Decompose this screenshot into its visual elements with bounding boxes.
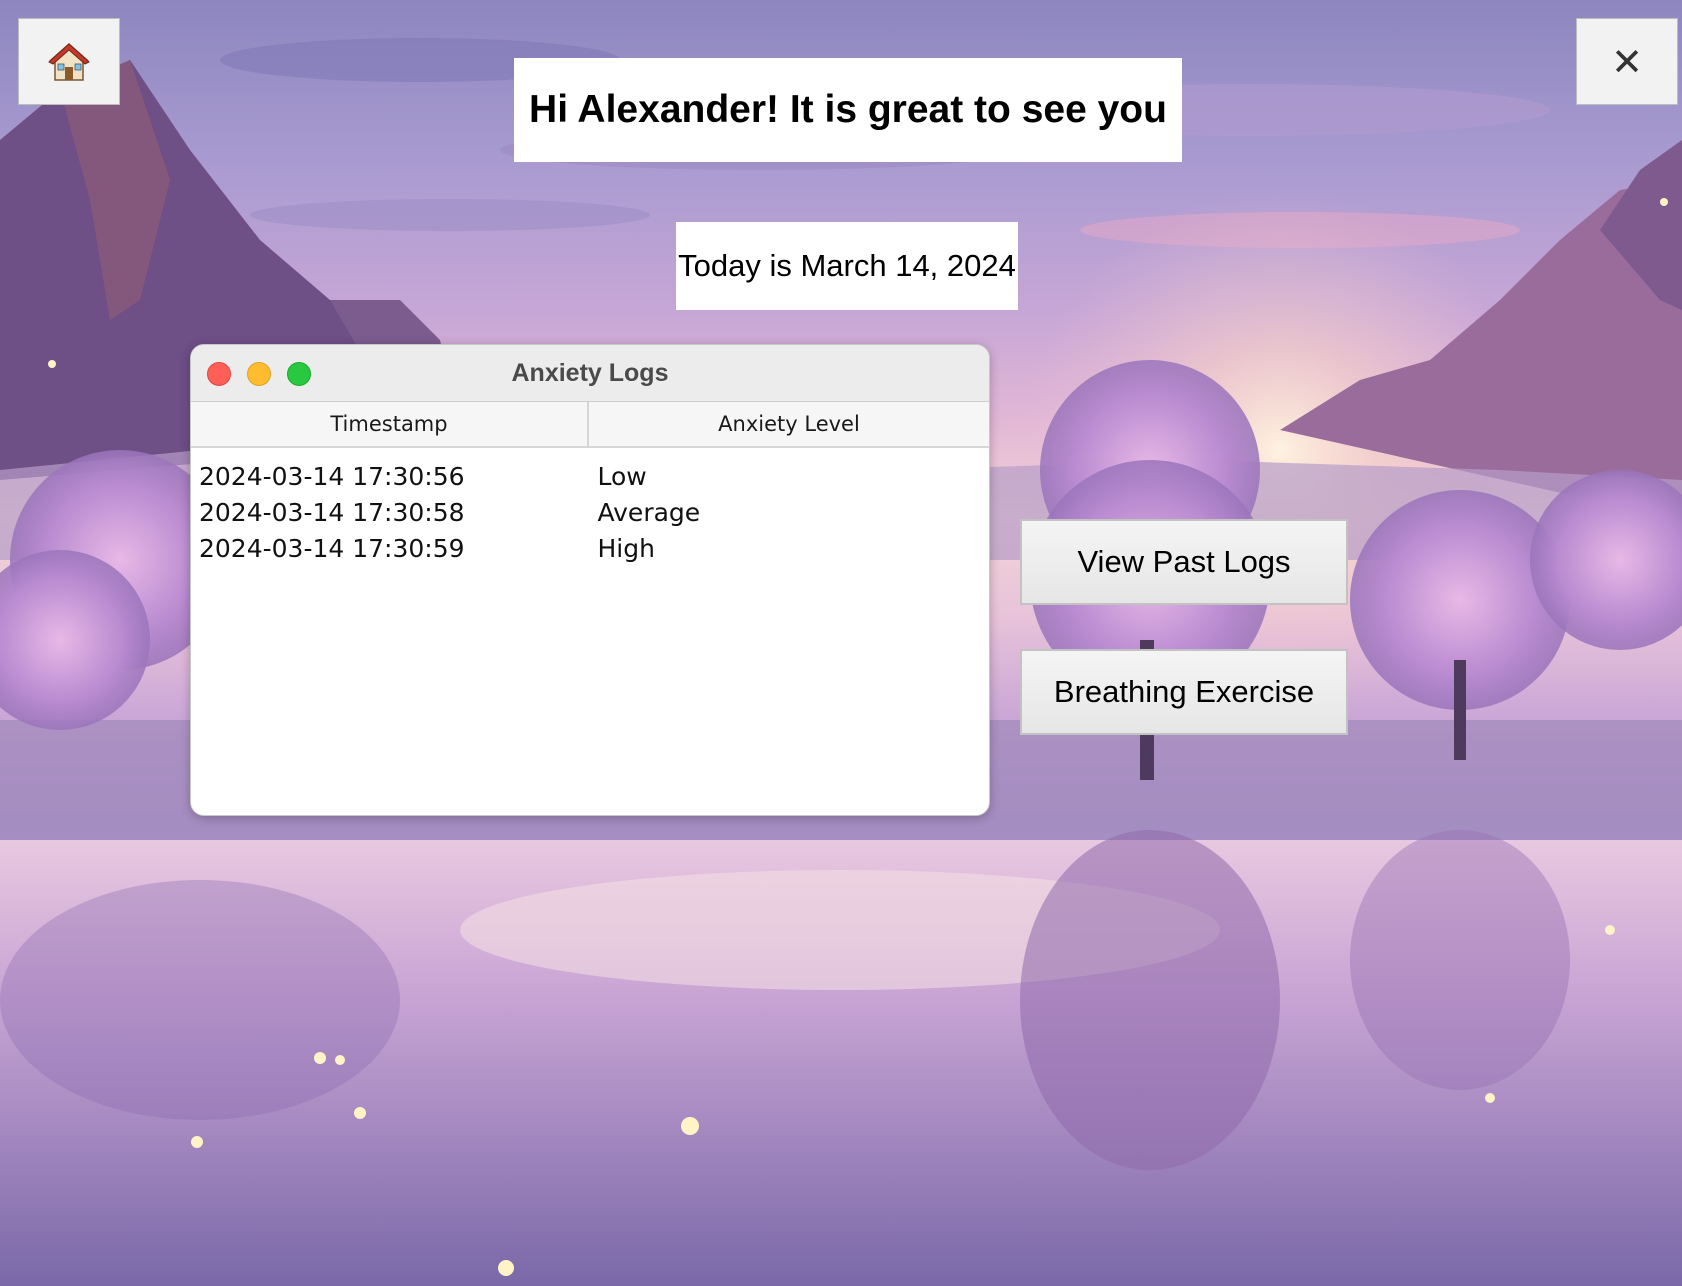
timestamp-cell: 2024-03-14 17:30:58 <box>199 497 465 527</box>
view-past-logs-button[interactable]: View Past Logs <box>1020 519 1348 605</box>
table-header: Timestamp Anxiety Level <box>191 402 989 448</box>
level-cell: High <box>597 533 655 563</box>
table-body: 2024-03-14 17:30:56 Low 2024-03-14 17:30… <box>191 448 989 566</box>
window-maximize-icon[interactable] <box>287 362 311 386</box>
window-titlebar[interactable]: Anxiety Logs <box>191 345 989 402</box>
table-row[interactable]: 2024-03-14 17:30:58 Average <box>191 494 989 530</box>
timestamp-cell: 2024-03-14 17:30:56 <box>199 461 465 491</box>
greeting-label: Hi Alexander! It is great to see you <box>514 58 1182 162</box>
level-cell: Average <box>597 497 701 527</box>
home-button[interactable] <box>18 18 120 105</box>
column-header-anxiety-level[interactable]: Anxiety Level <box>589 402 989 446</box>
breathing-exercise-button[interactable]: Breathing Exercise <box>1020 649 1348 735</box>
column-header-timestamp[interactable]: Timestamp <box>191 402 589 446</box>
window-close-icon[interactable] <box>207 362 231 386</box>
close-button[interactable]: ✕ <box>1576 18 1678 105</box>
close-icon: ✕ <box>1611 39 1643 84</box>
window-title: Anxiety Logs <box>511 358 669 387</box>
table-row[interactable]: 2024-03-14 17:30:56 Low <box>191 458 989 494</box>
level-cell: Low <box>597 461 647 491</box>
timestamp-cell: 2024-03-14 17:30:59 <box>199 533 465 563</box>
house-icon <box>48 42 90 81</box>
window-minimize-icon[interactable] <box>247 362 271 386</box>
date-label: Today is March 14, 2024 <box>676 222 1018 310</box>
anxiety-logs-window: Anxiety Logs Timestamp Anxiety Level 202… <box>190 344 990 816</box>
table-row[interactable]: 2024-03-14 17:30:59 High <box>191 530 989 566</box>
